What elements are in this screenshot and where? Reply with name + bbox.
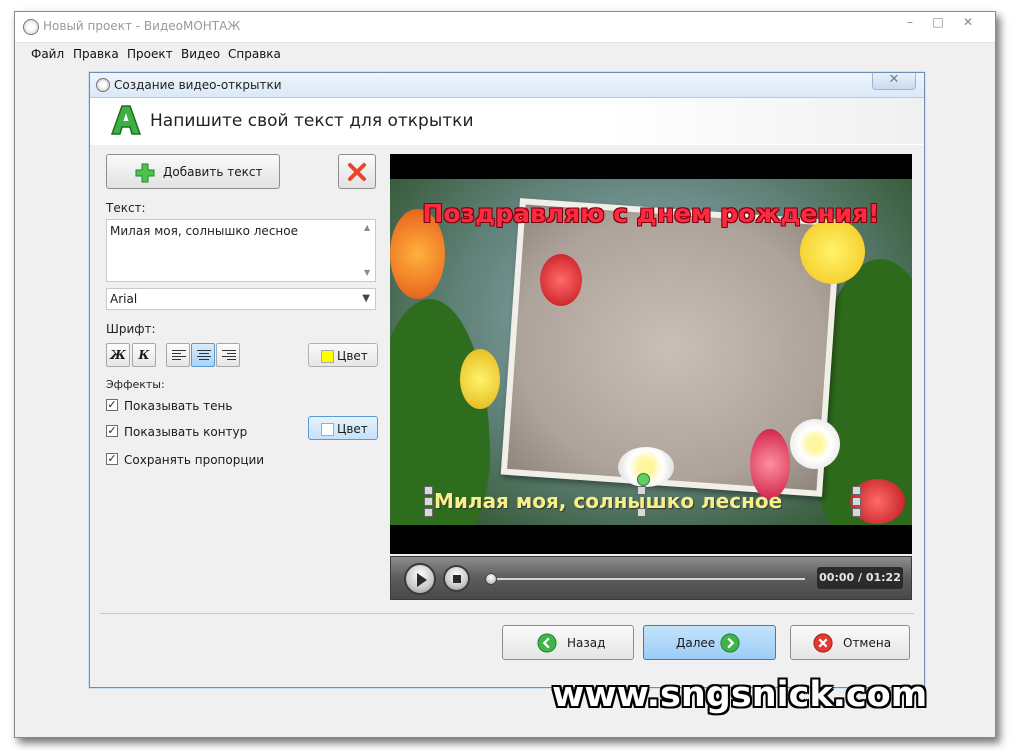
- checkbox-checked-icon[interactable]: ✓: [106, 399, 118, 411]
- scroll-down-icon[interactable]: ▼: [364, 268, 370, 277]
- close-icon[interactable]: ✕: [953, 12, 983, 32]
- outline-color-button[interactable]: Цвет: [308, 416, 378, 440]
- effects-label: Эффекты:: [106, 378, 165, 391]
- italic-button[interactable]: К: [132, 343, 156, 367]
- align-right-button[interactable]: [216, 343, 240, 367]
- text-input[interactable]: Милая моя, солнышко лесное ▲ ▼: [106, 219, 376, 282]
- chevron-down-icon: ▼: [362, 293, 370, 304]
- app-titlebar: Новый проект - ВидеоМОНТАЖ – □ ✕: [15, 12, 995, 43]
- arrow-right-icon: [720, 633, 740, 653]
- divider: [100, 613, 914, 614]
- video-preview: Поздравляю с днем рождения! Милая моя, с…: [390, 154, 912, 554]
- dialog-close-button[interactable]: ✕: [872, 73, 916, 90]
- menu-file[interactable]: Файл: [31, 47, 64, 61]
- align-right-icon: [222, 350, 236, 362]
- menu-video[interactable]: Видео: [181, 47, 220, 61]
- postcard-dialog: Создание видео-открытки ✕ Напишите свой …: [89, 72, 925, 688]
- delete-text-button[interactable]: [338, 154, 376, 189]
- play-button[interactable]: [404, 563, 436, 595]
- add-text-button[interactable]: Добавить текст: [106, 154, 280, 189]
- add-text-label: Добавить текст: [163, 165, 263, 179]
- align-left-button[interactable]: [166, 343, 190, 367]
- dialog-header-title: Напишите свой текст для открытки: [150, 111, 474, 131]
- outline-color-swatch: [321, 423, 334, 436]
- menu-edit[interactable]: Правка: [73, 47, 119, 61]
- align-left-icon: [172, 350, 186, 362]
- checkbox-checked-icon[interactable]: ✓: [106, 425, 118, 437]
- postcard-image[interactable]: Поздравляю с днем рождения! Милая моя, с…: [390, 179, 912, 525]
- text-input-value[interactable]: Милая моя, солнышко лесное: [110, 224, 298, 238]
- app-title: Новый проект - ВидеоМОНТАЖ: [43, 19, 241, 33]
- watermark: www.sngsnick.com: [552, 675, 928, 715]
- shadow-checkbox-label: Показывать тень: [124, 399, 233, 413]
- rotate-handle[interactable]: [637, 473, 650, 486]
- font-label: Шрифт:: [106, 322, 156, 336]
- menu-help[interactable]: Справка: [228, 47, 281, 61]
- delete-x-icon: [348, 163, 366, 181]
- cancel-icon: [813, 633, 833, 653]
- outline-checkbox-label: Показывать контур: [124, 425, 248, 439]
- resize-handle[interactable]: [852, 486, 861, 495]
- photo-frame: [500, 198, 842, 497]
- next-button[interactable]: Далее: [643, 625, 776, 660]
- next-label: Далее: [676, 636, 716, 650]
- font-select-value: Arial: [110, 292, 138, 306]
- text-color-label: Цвет: [337, 349, 368, 363]
- dialog-title: Создание видео-открытки: [114, 78, 282, 92]
- cancel-label: Отмена: [843, 636, 892, 650]
- stop-button[interactable]: [443, 565, 470, 592]
- back-button[interactable]: Назад: [502, 625, 634, 660]
- resize-handle[interactable]: [637, 486, 646, 495]
- bold-button[interactable]: Ж: [106, 343, 130, 367]
- seek-bar[interactable]: [487, 578, 805, 580]
- cancel-button[interactable]: Отмена: [790, 625, 910, 660]
- dialog-body: Добавить текст Текст: Милая моя, солнышк…: [90, 145, 924, 687]
- stop-icon: [453, 575, 461, 583]
- time-display: 00:00 / 01:22: [817, 567, 903, 589]
- dialog-header: Напишите свой текст для открытки: [90, 98, 924, 144]
- scroll-up-icon[interactable]: ▲: [364, 223, 370, 232]
- menubar: Файл Правка Проект Видео Справка: [15, 43, 995, 65]
- yellow-daffodil: [460, 349, 500, 409]
- text-color-button[interactable]: Цвет: [308, 343, 378, 367]
- menu-project[interactable]: Проект: [127, 47, 173, 61]
- yellow-daffodil-right: [800, 219, 865, 284]
- align-center-icon: [197, 350, 211, 362]
- seek-knob[interactable]: [485, 573, 497, 585]
- overlay-text[interactable]: Милая моя, солнышко лесное: [434, 489, 782, 513]
- play-icon: [417, 573, 427, 587]
- letter-a-icon: [110, 105, 142, 135]
- arrow-left-icon: [537, 633, 557, 653]
- player-controls: 00:00 / 01:22: [390, 556, 912, 600]
- keep-proportions-label: Сохранять пропорции: [124, 453, 265, 467]
- resize-handle[interactable]: [424, 497, 433, 506]
- minimize-icon[interactable]: –: [895, 12, 925, 32]
- resize-handle[interactable]: [424, 486, 433, 495]
- back-label: Назад: [567, 636, 606, 650]
- resize-handle[interactable]: [424, 508, 433, 517]
- text-color-swatch: [321, 350, 334, 363]
- app-window: Новый проект - ВидеоМОНТАЖ – □ ✕ Файл Пр…: [14, 11, 996, 738]
- checkbox-checked-icon[interactable]: ✓: [106, 453, 118, 465]
- text-label: Текст:: [106, 201, 146, 215]
- dialog-logo-icon: [96, 78, 110, 92]
- outline-color-label: Цвет: [337, 422, 368, 436]
- red-tulip: [540, 254, 582, 306]
- greeting-title[interactable]: Поздравляю с днем рождения!: [390, 199, 912, 228]
- align-center-button[interactable]: [191, 343, 215, 367]
- resize-handle[interactable]: [852, 508, 861, 517]
- daisy: [790, 419, 840, 469]
- resize-handle[interactable]: [637, 508, 646, 517]
- app-logo-icon: [23, 19, 39, 35]
- dialog-titlebar: Создание видео-открытки ✕: [90, 73, 924, 98]
- maximize-icon[interactable]: □: [923, 12, 953, 32]
- font-select[interactable]: Arial ▼: [106, 288, 376, 310]
- text-input-scrollbar[interactable]: ▲ ▼: [361, 220, 375, 281]
- plus-icon: [135, 163, 155, 183]
- resize-handle[interactable]: [852, 497, 861, 506]
